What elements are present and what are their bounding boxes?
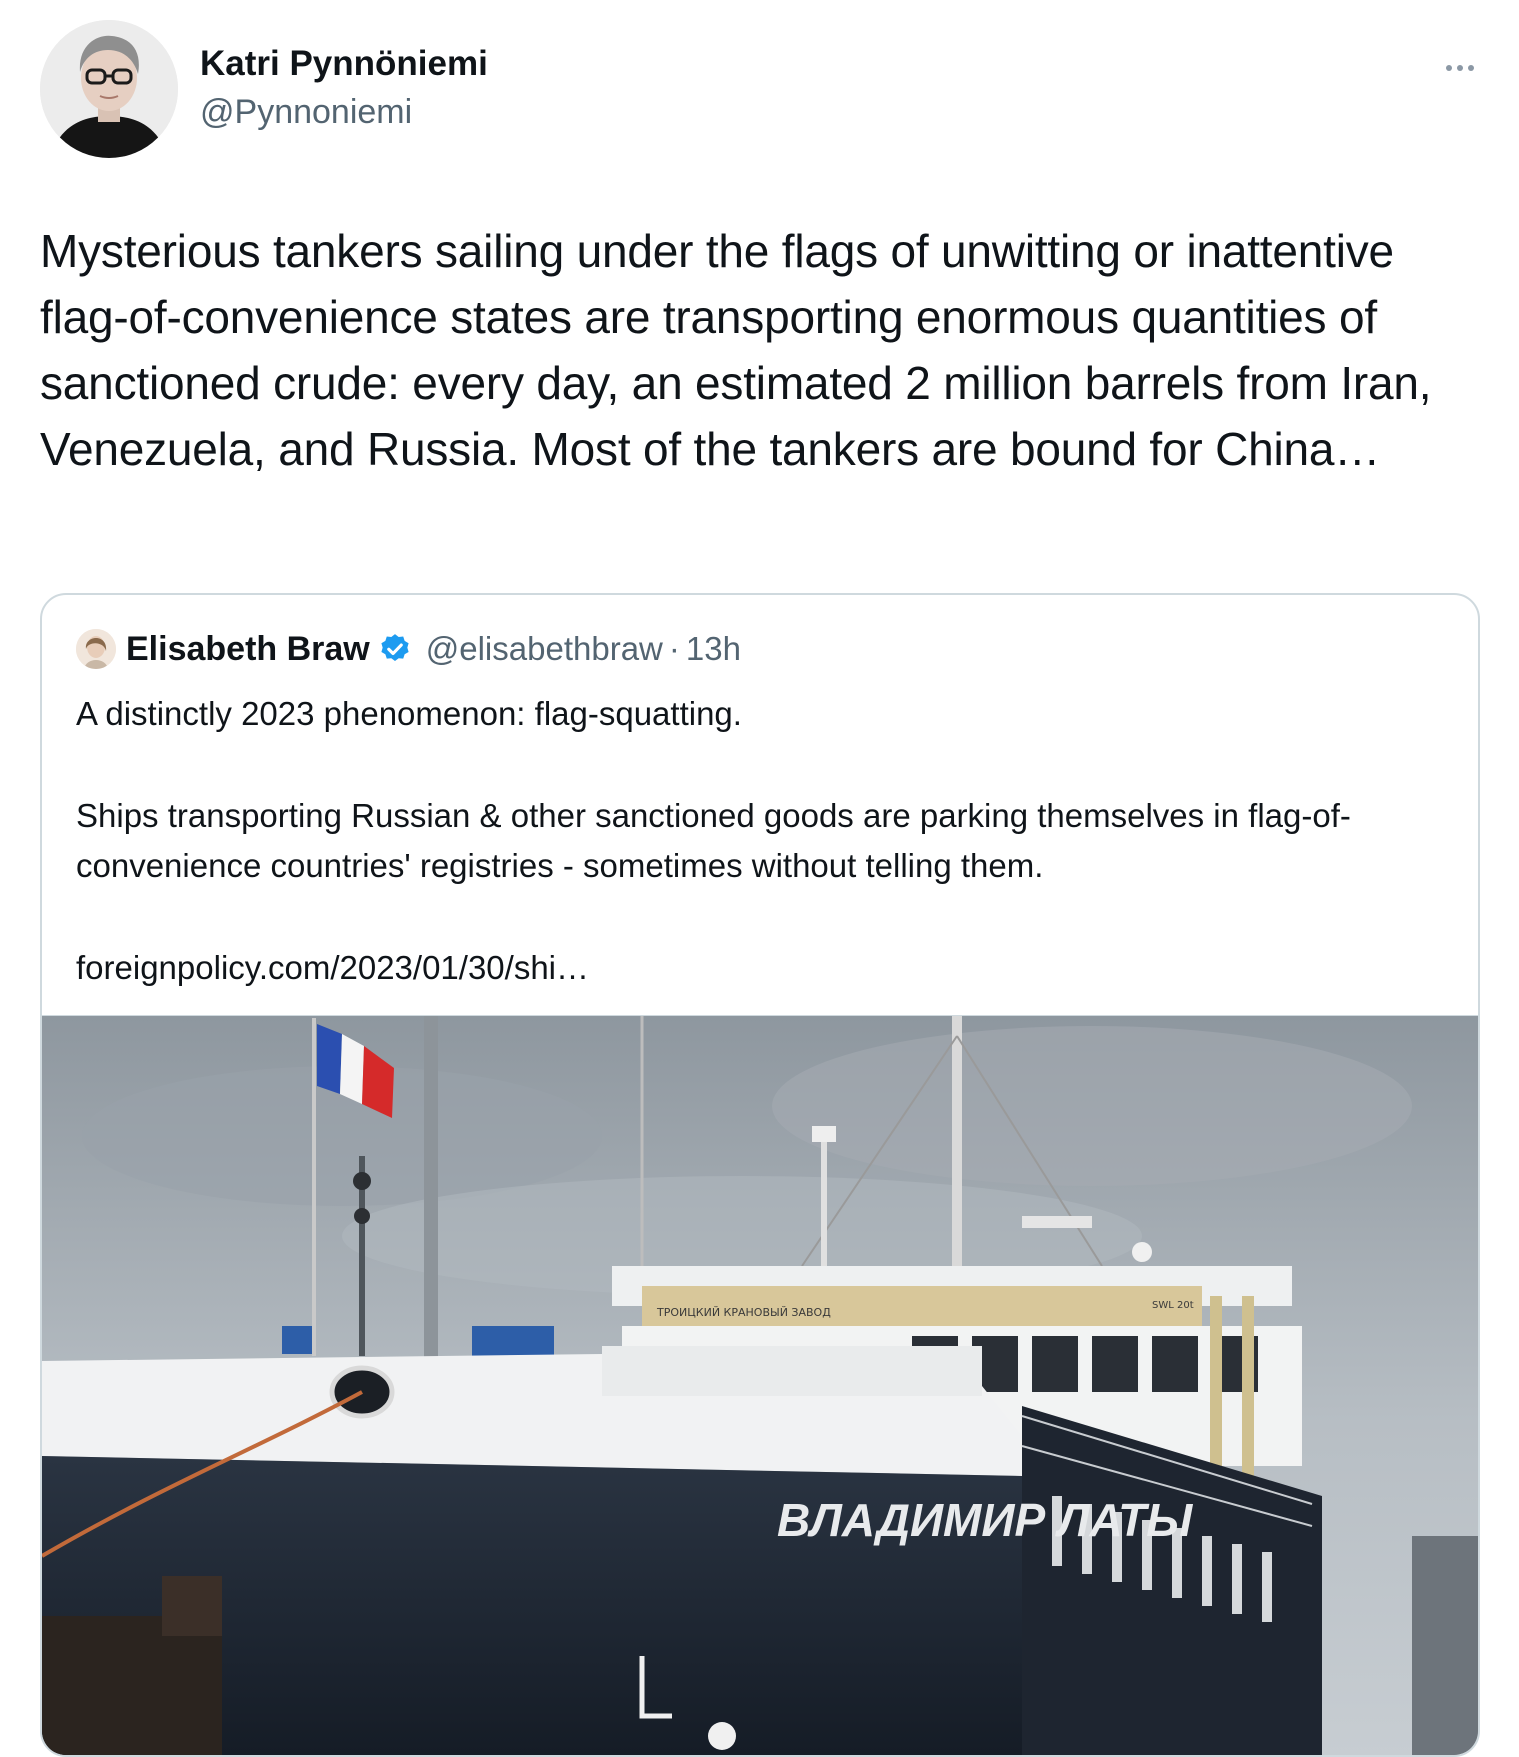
- verified-badge-icon: [381, 634, 409, 662]
- quoted-tweet-text: A distinctly 2023 phenomenon: flag-squat…: [76, 689, 1456, 993]
- quoted-link[interactable]: foreignpolicy.com/2023/01/30/shi…: [76, 949, 589, 986]
- ship-name-label: ВЛАДИМИР ЛАТЫ: [777, 1494, 1193, 1546]
- quoted-text-line-2: Ships transporting Russian & other sanct…: [76, 797, 1351, 884]
- quoted-text-line-1: A distinctly 2023 phenomenon: flag-squat…: [76, 695, 742, 732]
- more-horizontal-icon: [1446, 65, 1474, 71]
- quoted-tweet-card[interactable]: Elisabeth Braw @elisabethbraw · 13h A di…: [40, 593, 1480, 1757]
- quoted-author-name[interactable]: Elisabeth Braw: [126, 630, 370, 669]
- swl-label: SWL 20t: [1152, 1300, 1194, 1311]
- author-name[interactable]: Katri Pynnöniemi: [200, 44, 488, 84]
- author-avatar-image: [40, 20, 178, 158]
- author-handle[interactable]: @Pynnoniemi: [200, 93, 412, 132]
- author-avatar[interactable]: [40, 20, 178, 158]
- quoted-timestamp[interactable]: 13h: [686, 630, 741, 668]
- quoted-tweet-header: Elisabeth Braw @elisabethbraw · 13h: [126, 627, 741, 671]
- tweet-text: Mysterious tankers sailing under the fla…: [40, 225, 1432, 475]
- quoted-author-avatar-image: [76, 629, 116, 669]
- quoted-author-handle[interactable]: @elisabethbraw: [426, 630, 663, 668]
- crane-label: ТРОИЦКИЙ КРАНОВЫЙ ЗАВОД: [656, 1306, 831, 1319]
- header-separator: ·: [668, 630, 680, 667]
- ship-photo[interactable]: ТРОИЦКИЙ КРАНОВЫЙ ЗАВОД SWL 20t ВЛАДИМИР…: [42, 1015, 1478, 1756]
- quoted-author-avatar[interactable]: [76, 629, 116, 669]
- more-options-button[interactable]: [1440, 50, 1480, 86]
